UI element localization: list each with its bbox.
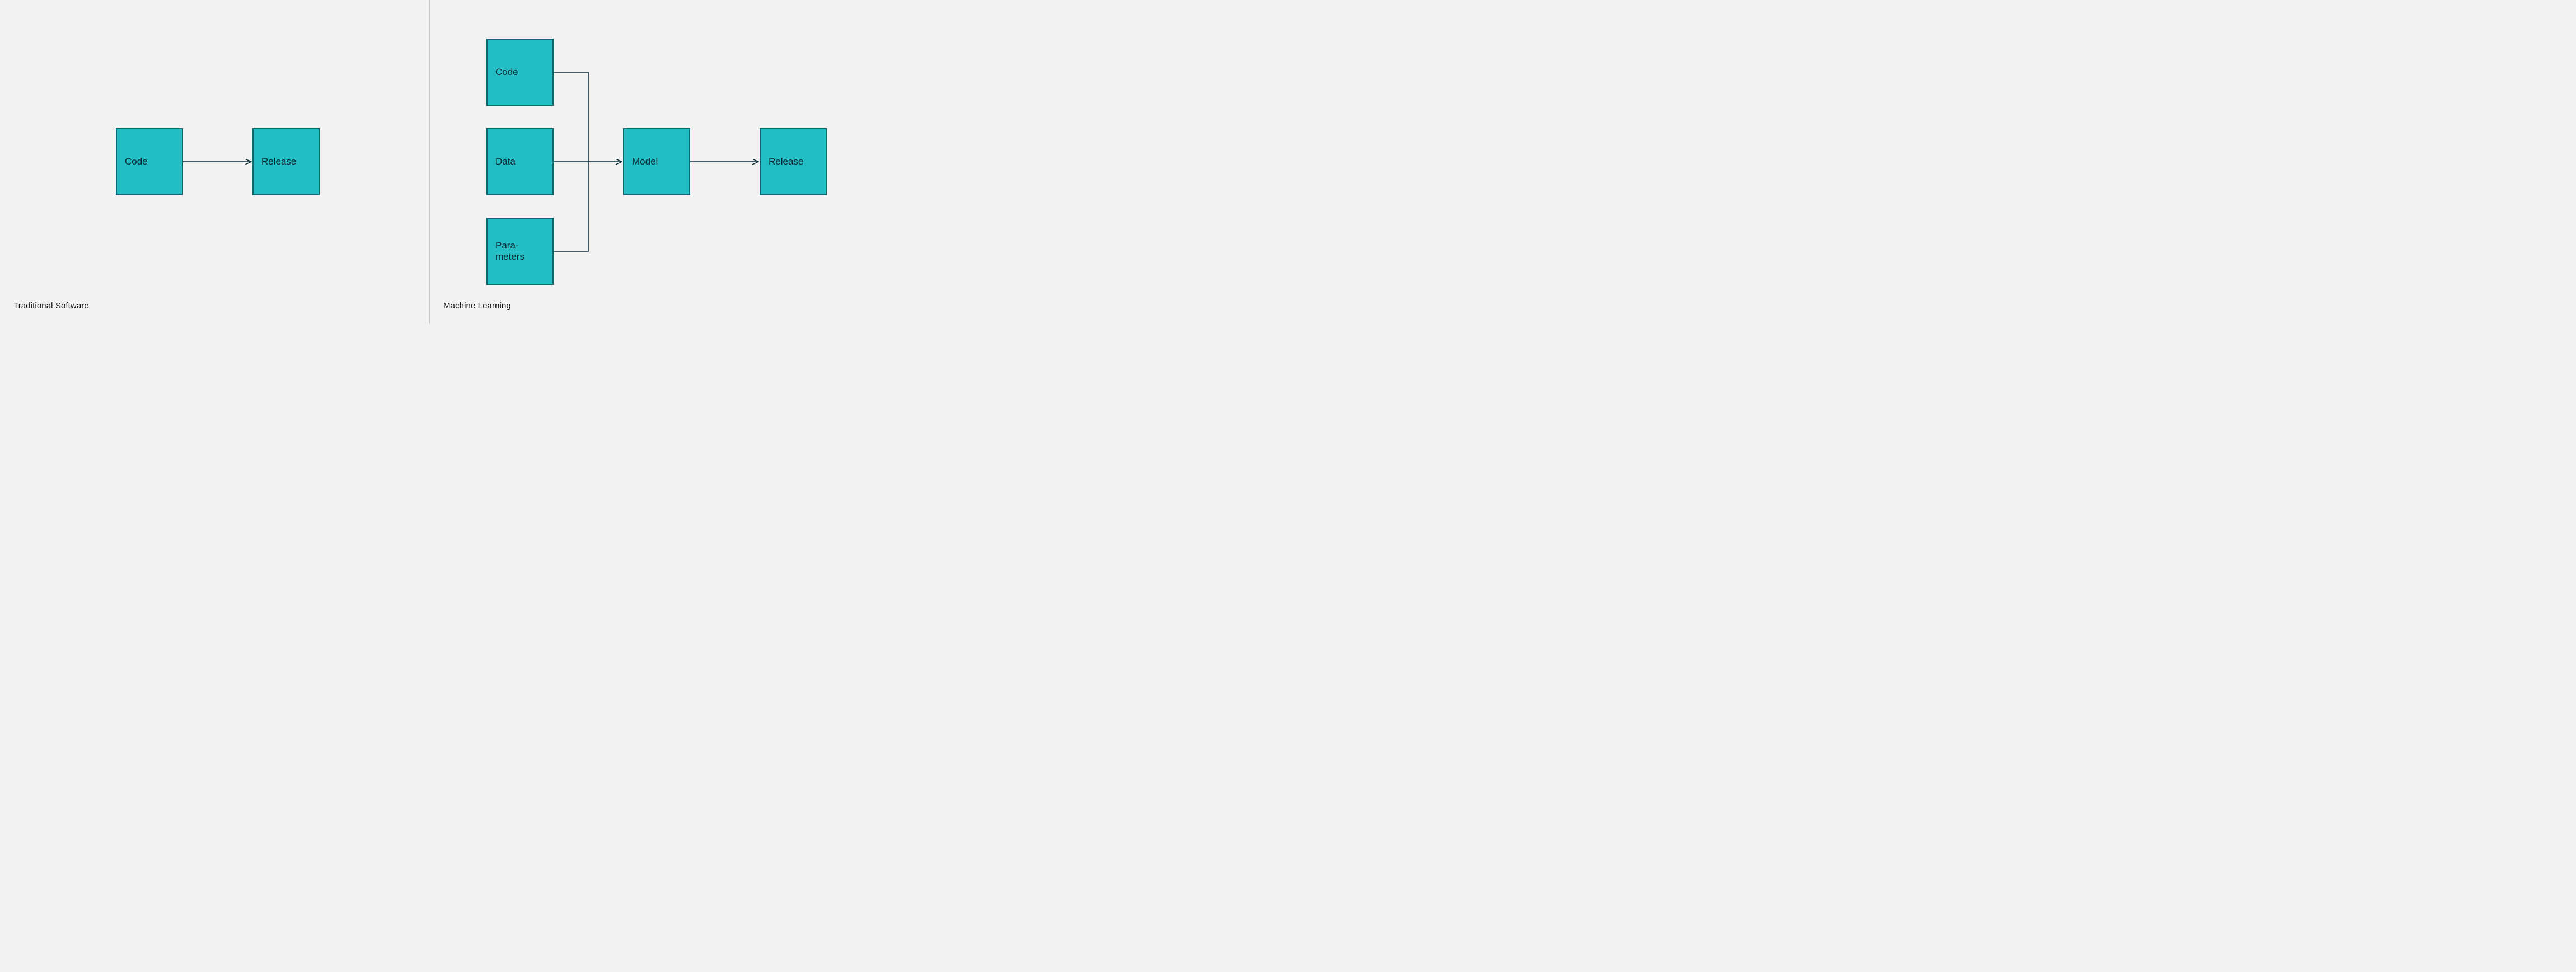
box-ml-parameters: Para- meters <box>486 218 554 285</box>
panel-divider <box>429 0 430 324</box>
box-label: Para- meters <box>495 240 524 262</box>
box-traditional-release: Release <box>252 128 320 195</box>
box-label: Code <box>125 156 148 167</box>
panel-title-ml: Machine Learning <box>443 301 511 311</box>
box-label: Data <box>495 156 516 167</box>
box-ml-model: Model <box>623 128 690 195</box>
box-label: Model <box>632 156 658 167</box>
panel-title-traditional: Traditional Software <box>13 301 89 311</box>
diagram-canvas: Code Release Code Data Para- meters Mode… <box>0 0 859 324</box>
box-label: Release <box>769 156 803 167</box>
connector-parameters-to-trunk <box>554 162 588 251</box>
connector-code-to-trunk <box>554 72 588 162</box>
box-ml-release: Release <box>760 128 827 195</box>
box-traditional-code: Code <box>116 128 183 195</box>
box-ml-data: Data <box>486 128 554 195</box>
box-label: Code <box>495 67 518 78</box>
box-label: Release <box>261 156 296 167</box>
box-ml-code: Code <box>486 39 554 106</box>
